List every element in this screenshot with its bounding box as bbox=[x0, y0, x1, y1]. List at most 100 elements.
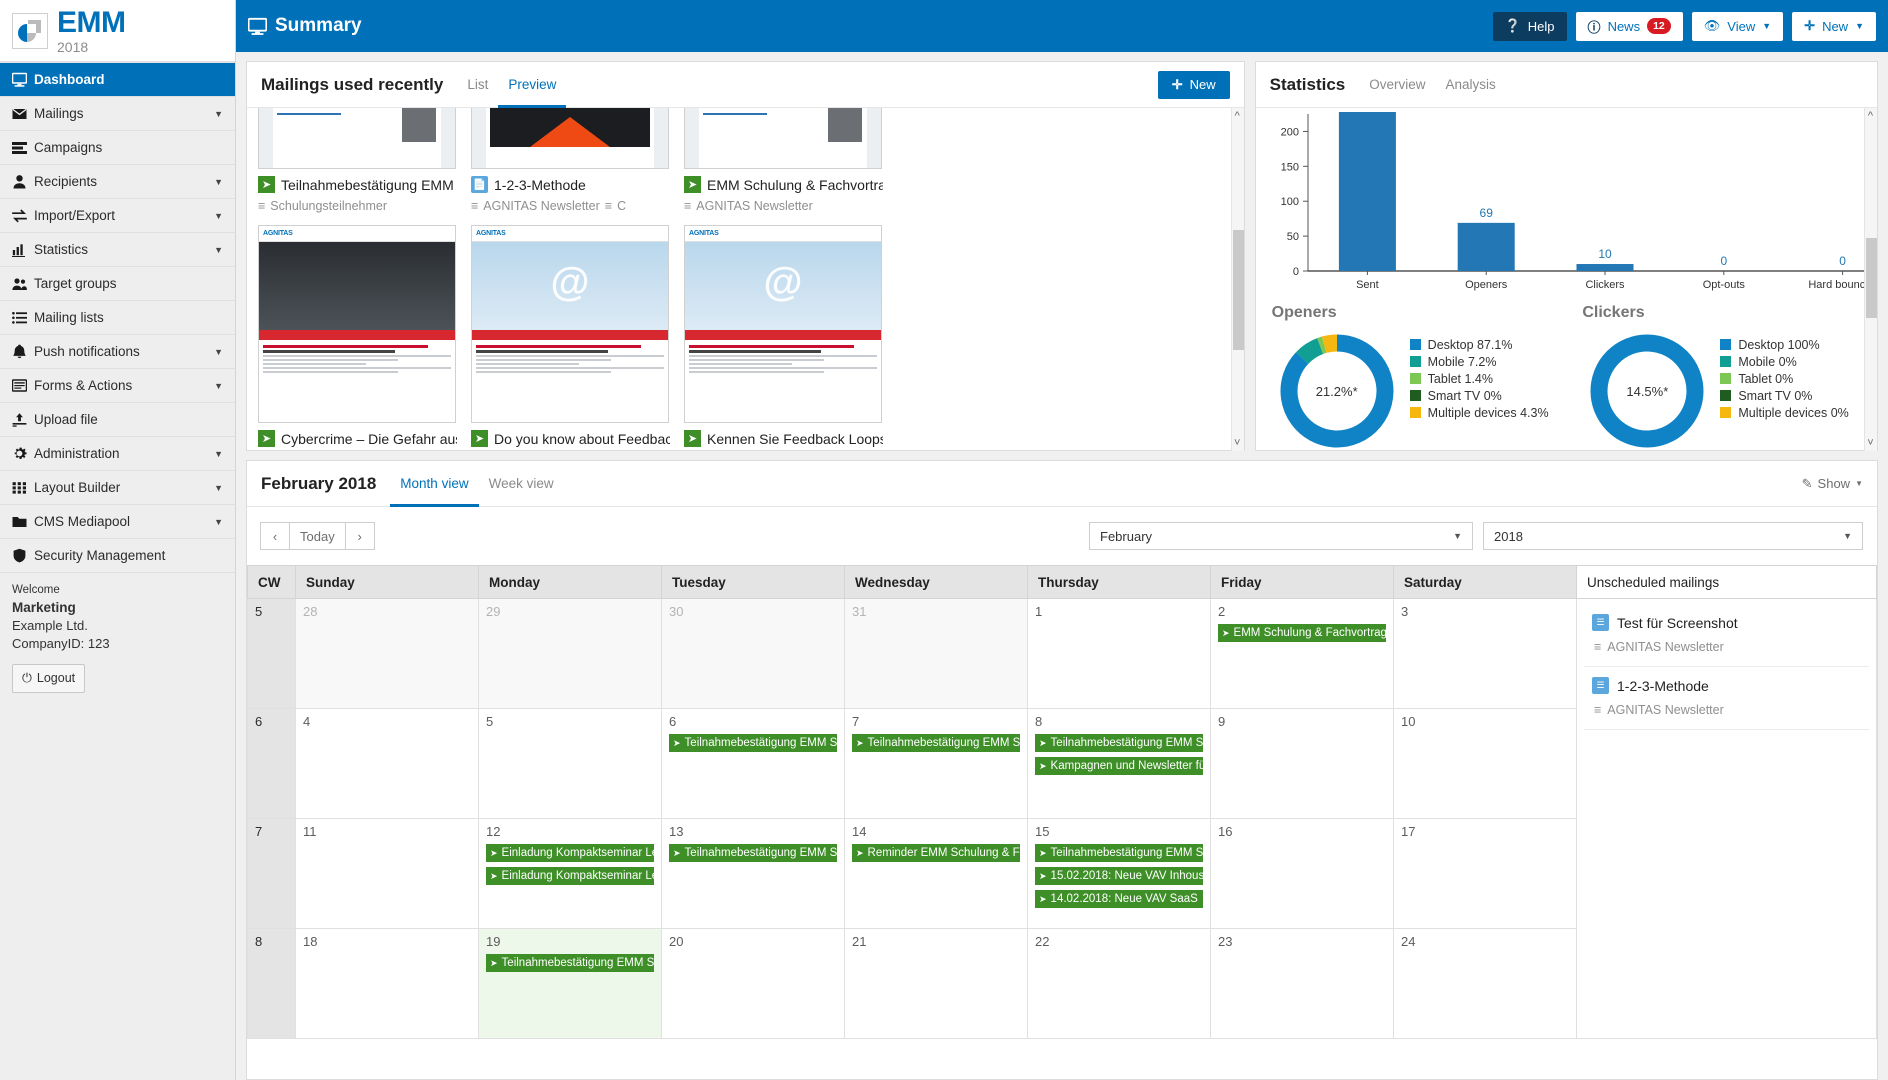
calendar-day-cell[interactable]: 18 bbox=[296, 929, 479, 1039]
list-item[interactable]: AGNITAS @ bbox=[677, 225, 890, 447]
chevron-down-icon[interactable]: ▼ bbox=[214, 381, 223, 391]
year-select[interactable]: 2018 ▼ bbox=[1483, 522, 1863, 550]
calendar-event[interactable]: ➤15.02.2018: Neue VAV Inhous bbox=[1035, 867, 1203, 885]
calendar-event[interactable]: ➤Teilnahmebestätigung EMM Sc bbox=[669, 844, 837, 862]
scroll-up-arrow-icon[interactable]: ^ bbox=[1865, 110, 1876, 122]
month-select[interactable]: February ▼ bbox=[1089, 522, 1473, 550]
calendar-day-cell[interactable]: 2➤EMM Schulung & Fachvortrag bbox=[1211, 599, 1394, 709]
calendar-day-cell[interactable]: 16 bbox=[1211, 819, 1394, 929]
logout-button[interactable]: ⏻ Logout bbox=[12, 664, 85, 693]
calendar-day-cell[interactable]: 5 bbox=[479, 709, 662, 819]
unscheduled-mailing-item[interactable]: ☰1-2-3-Methode≡AGNITAS Newsletter bbox=[1584, 667, 1869, 730]
calendar-event[interactable]: ➤Teilnahmebestätigung EMM Sc bbox=[669, 734, 837, 752]
today-button[interactable]: Today bbox=[289, 522, 346, 550]
chevron-down-icon[interactable]: ▼ bbox=[214, 347, 223, 357]
prev-month-button[interactable]: ‹ bbox=[260, 522, 290, 550]
sidebar-item-statistics[interactable]: Statistics▼ bbox=[0, 233, 235, 267]
sidebar-item-recipients[interactable]: Recipients▼ bbox=[0, 165, 235, 199]
tab-list[interactable]: List bbox=[457, 62, 498, 108]
scroll-down-arrow-icon[interactable]: ˅ bbox=[1865, 437, 1876, 449]
calendar-event[interactable]: ➤Reminder EMM Schulung & Fa bbox=[852, 844, 1020, 862]
sidebar-item-mailing-lists[interactable]: Mailing lists bbox=[0, 301, 235, 335]
mailing-thumbnail[interactable]: AGNITAS @ bbox=[684, 225, 882, 423]
calendar-day-cell[interactable]: 19➤Teilnahmebestätigung EMM Sc bbox=[479, 929, 662, 1039]
brand-header[interactable]: EMM 2018 bbox=[0, 0, 235, 62]
tab-month-view[interactable]: Month view bbox=[390, 461, 478, 507]
sidebar-item-layout-builder[interactable]: Layout Builder▼ bbox=[0, 471, 235, 505]
calendar-day-cell[interactable]: 3 bbox=[1394, 599, 1577, 709]
tab-analysis[interactable]: Analysis bbox=[1436, 62, 1506, 108]
chevron-down-icon[interactable]: ▼ bbox=[214, 517, 223, 527]
calendar-day-cell[interactable]: 9 bbox=[1211, 709, 1394, 819]
calendar-day-cell[interactable]: 1 bbox=[1028, 599, 1211, 709]
calendar-day-cell[interactable]: 21 bbox=[845, 929, 1028, 1039]
sidebar-item-forms-actions[interactable]: Forms & Actions▼ bbox=[0, 369, 235, 403]
scroll-up-arrow-icon[interactable]: ^ bbox=[1232, 110, 1243, 122]
sidebar-item-target-groups[interactable]: Target groups bbox=[0, 267, 235, 301]
calendar-day-cell[interactable]: 6➤Teilnahmebestätigung EMM Sc bbox=[662, 709, 845, 819]
calendar-day-cell[interactable]: 23 bbox=[1211, 929, 1394, 1039]
chevron-down-icon[interactable]: ▼ bbox=[214, 245, 223, 255]
calendar-event[interactable]: ➤Kampagnen und Newsletter fü bbox=[1035, 757, 1203, 775]
calendar-day-cell[interactable]: 12➤Einladung Kompaktseminar Le➤Einladung… bbox=[479, 819, 662, 929]
calendar-day-cell[interactable]: 29 bbox=[479, 599, 662, 709]
calendar-event[interactable]: ➤Einladung Kompaktseminar Le bbox=[486, 867, 654, 885]
chevron-down-icon[interactable]: ▼ bbox=[214, 177, 223, 187]
sidebar-item-import-export[interactable]: Import/Export▼ bbox=[0, 199, 235, 233]
calendar-event[interactable]: ➤Teilnahmebestätigung EMM Sc bbox=[852, 734, 1020, 752]
news-button[interactable]: ⓘ News 12 bbox=[1576, 12, 1683, 41]
statistics-scrollbar[interactable]: ^ ˅ bbox=[1864, 108, 1877, 451]
chevron-down-icon[interactable]: ▼ bbox=[214, 483, 223, 493]
mailings-new-button[interactable]: ✛ New bbox=[1158, 71, 1230, 99]
next-month-button[interactable]: › bbox=[345, 522, 375, 550]
list-item[interactable]: 📄 1-2-3-Methode ≡ AGNITAS Newsletter ≡ C bbox=[464, 108, 677, 213]
calendar-day-cell[interactable]: 11 bbox=[296, 819, 479, 929]
calendar-day-cell[interactable]: 24 bbox=[1394, 929, 1577, 1039]
chevron-down-icon[interactable]: ▼ bbox=[214, 449, 223, 459]
calendar-day-cell[interactable]: 30 bbox=[662, 599, 845, 709]
list-item[interactable]: ➤ Teilnahmebestätigung EMM ... ≡ Schulun… bbox=[251, 108, 464, 213]
sidebar-item-security-management[interactable]: Security Management bbox=[0, 539, 235, 573]
mailing-thumbnail[interactable]: AGNITAS bbox=[258, 225, 456, 423]
unscheduled-mailing-item[interactable]: ☰Test für Screenshot≡AGNITAS Newsletter bbox=[1584, 604, 1869, 667]
list-item[interactable]: ➤ EMM Schulung & Fachvortra... ≡ AGNITAS… bbox=[677, 108, 890, 213]
new-button[interactable]: ✛ New ▼ bbox=[1792, 12, 1876, 41]
sidebar-item-upload-file[interactable]: Upload file bbox=[0, 403, 235, 437]
list-item[interactable]: AGNITAS bbox=[251, 225, 464, 447]
calendar-event[interactable]: ➤EMM Schulung & Fachvortrag bbox=[1218, 624, 1386, 642]
mailings-scrollbar[interactable]: ^ ˅ bbox=[1231, 108, 1244, 451]
tab-overview[interactable]: Overview bbox=[1359, 62, 1435, 108]
calendar-day-cell[interactable]: 22 bbox=[1028, 929, 1211, 1039]
calendar-event[interactable]: ➤Teilnahmebestätigung EMM Sc bbox=[486, 954, 654, 972]
calendar-day-cell[interactable]: 20 bbox=[662, 929, 845, 1039]
sidebar-item-campaigns[interactable]: Campaigns bbox=[0, 131, 235, 165]
calendar-event[interactable]: ➤14.02.2018: Neue VAV SaaS bbox=[1035, 890, 1203, 908]
tab-week-view[interactable]: Week view bbox=[479, 461, 564, 507]
calendar-day-cell[interactable]: 4 bbox=[296, 709, 479, 819]
help-button[interactable]: ❔ Help bbox=[1493, 12, 1567, 41]
mailing-thumbnail[interactable] bbox=[471, 108, 669, 169]
sidebar-item-push-notifications[interactable]: Push notifications▼ bbox=[0, 335, 235, 369]
calendar-day-cell[interactable]: 17 bbox=[1394, 819, 1577, 929]
sidebar-item-mailings[interactable]: Mailings▼ bbox=[0, 97, 235, 131]
sidebar-item-administration[interactable]: Administration▼ bbox=[0, 437, 235, 471]
mailing-thumbnail[interactable] bbox=[258, 108, 456, 169]
scroll-down-arrow-icon[interactable]: ˅ bbox=[1232, 437, 1243, 449]
sidebar-item-cms-mediapool[interactable]: CMS Mediapool▼ bbox=[0, 505, 235, 539]
scrollbar-thumb[interactable] bbox=[1233, 230, 1244, 350]
chevron-down-icon[interactable]: ▼ bbox=[214, 109, 223, 119]
calendar-day-cell[interactable]: 15➤Teilnahmebestätigung EMM Sc➤15.02.201… bbox=[1028, 819, 1211, 929]
scrollbar-thumb[interactable] bbox=[1866, 238, 1877, 318]
calendar-day-cell[interactable]: 8➤Teilnahmebestätigung EMM Sc➤Kampagnen … bbox=[1028, 709, 1211, 819]
mailing-thumbnail[interactable] bbox=[684, 108, 882, 169]
calendar-event[interactable]: ➤Teilnahmebestätigung EMM Sc bbox=[1035, 844, 1203, 862]
mailing-thumbnail[interactable]: AGNITAS @ bbox=[471, 225, 669, 423]
calendar-day-cell[interactable]: 31 bbox=[845, 599, 1028, 709]
calendar-day-cell[interactable]: 14➤Reminder EMM Schulung & Fa bbox=[845, 819, 1028, 929]
calendar-event[interactable]: ➤Einladung Kompaktseminar Le bbox=[486, 844, 654, 862]
list-item[interactable]: AGNITAS @ bbox=[464, 225, 677, 447]
calendar-day-cell[interactable]: 13➤Teilnahmebestätigung EMM Sc bbox=[662, 819, 845, 929]
show-dropdown[interactable]: ✎ Show ▼ bbox=[1802, 476, 1863, 492]
tab-preview[interactable]: Preview bbox=[498, 62, 566, 108]
calendar-day-cell[interactable]: 28 bbox=[296, 599, 479, 709]
